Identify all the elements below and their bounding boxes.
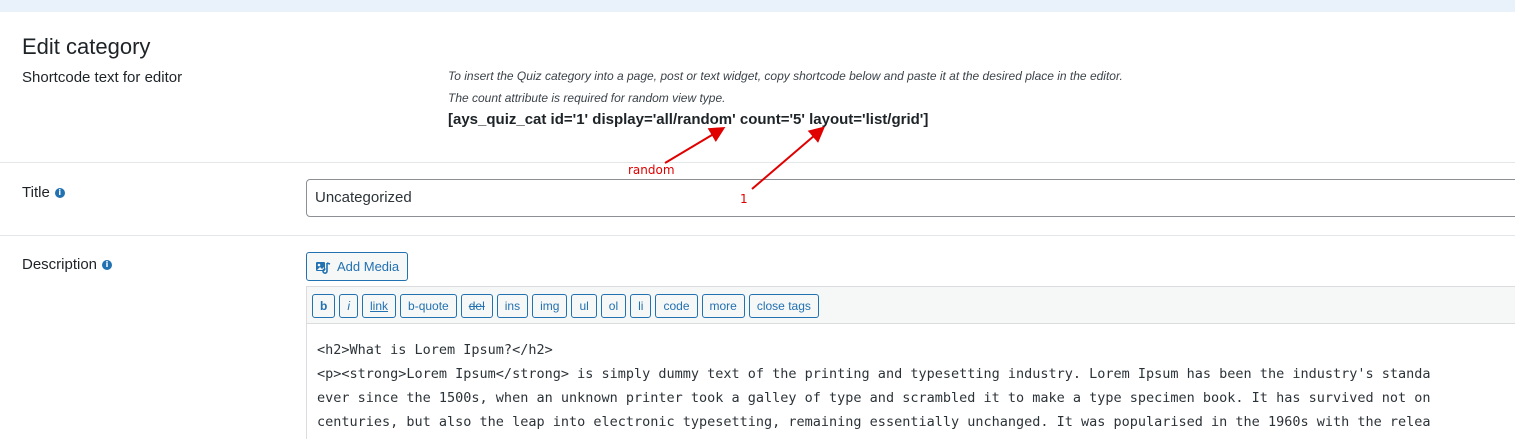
toolbar-button-b-quote[interactable]: b-quote bbox=[400, 293, 457, 318]
title-label-text: Title bbox=[22, 184, 50, 201]
toolbar-button-li[interactable]: li bbox=[630, 293, 652, 318]
description-label: Description i bbox=[22, 256, 113, 273]
toolbar-button-b[interactable]: b bbox=[312, 293, 336, 318]
description-label-text: Description bbox=[22, 256, 98, 273]
annotation-random-label: random bbox=[628, 163, 675, 177]
section-divider bbox=[0, 235, 1515, 236]
toolbar-button-ins[interactable]: ins bbox=[496, 293, 529, 318]
section-divider bbox=[0, 162, 1515, 163]
info-icon[interactable]: i bbox=[102, 259, 113, 270]
shortcode-label: Shortcode text for editor bbox=[22, 69, 182, 86]
add-media-button[interactable]: Add Media bbox=[306, 252, 409, 281]
toolbar-button-ol[interactable]: ol bbox=[600, 293, 627, 318]
editor-line: ever since the 1500s, when an unknown pr… bbox=[317, 390, 1431, 406]
toolbar-button-ul[interactable]: ul bbox=[571, 293, 597, 318]
toolbar-button-link[interactable]: link bbox=[362, 293, 397, 318]
shortcode-hint-line-2: The count attribute is required for rand… bbox=[448, 91, 726, 105]
toolbar-button-close-tags[interactable]: close tags bbox=[748, 293, 819, 318]
toolbar-button-img[interactable]: img bbox=[532, 293, 568, 318]
description-textarea[interactable]: <h2>What is Lorem Ipsum?</h2> <p><strong>… bbox=[306, 323, 1515, 439]
title-label: Title i bbox=[22, 184, 65, 201]
edit-category-page: Edit category Shortcode text for editor … bbox=[0, 0, 1515, 439]
shortcode-label-text: Shortcode text for editor bbox=[22, 69, 183, 86]
info-icon[interactable]: i bbox=[54, 187, 65, 198]
admin-top-band bbox=[0, 0, 1515, 12]
title-input[interactable]: Uncategorized bbox=[306, 179, 1515, 217]
arrow-to-random bbox=[664, 126, 726, 164]
editor-line: centuries, but also the leap into electr… bbox=[317, 414, 1431, 430]
editor-line: <p><strong>Lorem Ipsum</strong> is simpl… bbox=[317, 366, 1431, 382]
toolbar-button-del[interactable]: del bbox=[460, 293, 493, 318]
add-media-label: Add Media bbox=[337, 259, 400, 274]
toolbar-button-code[interactable]: code bbox=[655, 293, 698, 318]
shortcode-text[interactable]: [ays_quiz_cat id='1' display='all/random… bbox=[448, 111, 928, 128]
page-title: Edit category bbox=[22, 34, 151, 59]
editor-line: <h2>What is Lorem Ipsum?</h2> bbox=[317, 342, 553, 358]
toolbar-button-i[interactable]: i bbox=[339, 293, 359, 318]
media-icon bbox=[316, 261, 331, 274]
shortcode-hint-line-1: To insert the Quiz category into a page,… bbox=[448, 69, 1123, 83]
annotation-count-label: 1 bbox=[740, 192, 748, 206]
quicktags-toolbar: b i link b-quote del ins img ul ol li code more clos… bbox=[306, 286, 1515, 324]
toolbar-button-more[interactable]: more bbox=[701, 293, 745, 318]
